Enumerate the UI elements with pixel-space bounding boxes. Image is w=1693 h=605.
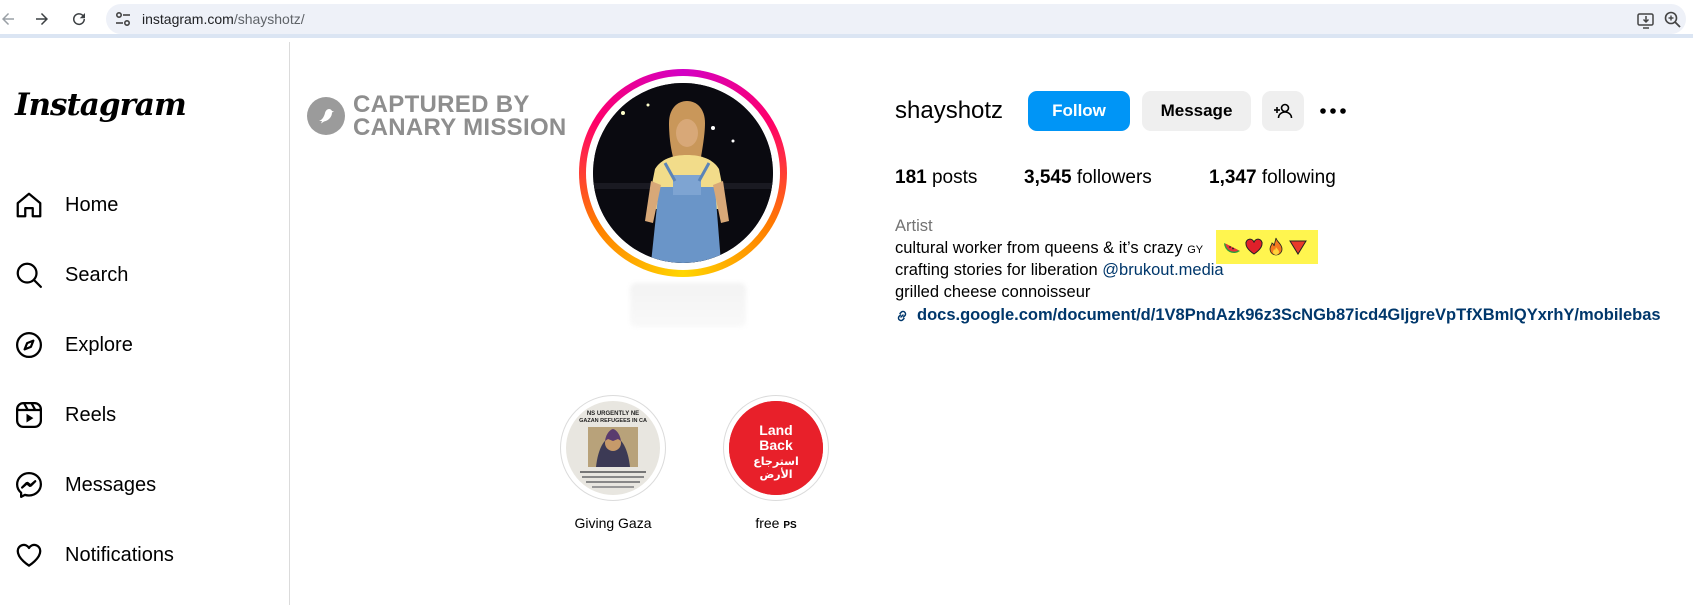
sidebar-item-label: Explore: [65, 333, 133, 356]
red-heart-emoji: [1245, 238, 1263, 255]
land-back-cover-line-1: Land: [759, 422, 792, 438]
bio-line-1: cultural worker from queens & it’s crazy…: [895, 239, 1203, 258]
highlight-label-text: free: [755, 515, 780, 531]
bio-line-3: grilled cheese connoisseur: [895, 283, 1091, 301]
land-back-cover-line-3: استرجاع: [753, 455, 799, 468]
more-options-icon[interactable]: [1318, 98, 1348, 124]
sidebar: Instagram Home Search Explore Reels Mess…: [0, 42, 290, 605]
highlight-cover-giving-gaza: NS URGENTLY NE GAZAN REFUGEES IN CA: [566, 401, 660, 495]
zoom-icon[interactable]: [1663, 10, 1683, 30]
messenger-icon: [16, 472, 42, 498]
home-icon: [16, 192, 42, 218]
reload-icon[interactable]: [67, 7, 91, 31]
sidebar-item-label: Home: [65, 193, 119, 216]
add-person-icon: [1274, 103, 1293, 119]
highlight-ring: NS URGENTLY NE GAZAN REFUGEES IN CA: [560, 395, 666, 501]
sidebar-item-notifications[interactable]: Notifications: [14, 537, 174, 573]
url-host: instagram.com: [142, 11, 234, 27]
message-button[interactable]: Message: [1142, 91, 1251, 131]
profile-category: Artist: [895, 217, 933, 235]
suggested-accounts-button[interactable]: [1262, 91, 1304, 131]
profile-avatar[interactable]: [579, 69, 787, 277]
forward-icon[interactable]: [30, 7, 54, 31]
sidebar-item-messages[interactable]: Messages: [14, 467, 156, 503]
heart-icon: [16, 543, 42, 567]
profile-username: shayshotz: [895, 97, 1004, 124]
sidebar-item-label: Search: [65, 263, 129, 286]
bio-external-link[interactable]: docs.google.com/document/d/1V8PndAzk96z3…: [895, 306, 1661, 325]
link-icon: [897, 310, 907, 321]
reels-icon: [16, 402, 42, 428]
highlight-ring: Land Back استرجاع الأرض: [723, 395, 829, 501]
canary-mission-watermark: CAPTURED BY CANARY MISSION: [307, 91, 567, 141]
sidebar-item-home[interactable]: Home: [14, 187, 118, 223]
compass-icon: [16, 332, 42, 358]
instagram-logo[interactable]: Instagram: [15, 87, 187, 123]
highlight-giving-gaza[interactable]: NS URGENTLY NE GAZAN REFUGEES IN CA Givi…: [560, 395, 666, 531]
followers-link[interactable]: 3,545 followers: [1024, 167, 1152, 189]
land-back-cover-line-4: الأرض: [759, 467, 792, 481]
bio-line-1-suffix: GY: [1187, 244, 1204, 256]
follow-button[interactable]: Follow: [1028, 91, 1130, 131]
highlight-free[interactable]: Land Back استرجاع الأرض free PS: [723, 395, 829, 531]
fire-emoji: [1269, 237, 1283, 256]
watermelon-emoji: [1224, 243, 1240, 253]
red-triangle-emoji: [1289, 240, 1307, 255]
canary-line-2: CANARY MISSION: [353, 114, 567, 141]
sidebar-item-search[interactable]: Search: [14, 257, 128, 293]
followers-label: followers: [1076, 167, 1152, 188]
posts-number: 181: [895, 167, 927, 188]
canary-text: CAPTURED BY CANARY MISSION: [353, 91, 567, 141]
sidebar-item-label: Reels: [65, 403, 117, 426]
avatar-border: [586, 76, 780, 270]
highlight-label: free PS: [723, 515, 829, 531]
search-icon: [16, 262, 42, 288]
bio-line-2: crafting stories for liberation @brukout…: [895, 261, 1224, 280]
posts-count: 181 posts: [895, 167, 977, 189]
giving-gaza-cover-line-2: GAZAN REFUGEES IN CA: [579, 418, 647, 424]
land-back-cover-line-2: Back: [759, 437, 793, 453]
following-label: following: [1261, 167, 1336, 188]
canary-line-1: CAPTURED BY: [353, 91, 530, 118]
url-path: /shayshotz/: [233, 11, 305, 27]
sidebar-item-label: Messages: [65, 473, 157, 496]
site-info-icon[interactable]: [114, 10, 132, 28]
giving-gaza-cover-line-1: NS URGENTLY NE: [587, 411, 639, 417]
bio-link-text[interactable]: docs.google.com/document/d/1V8PndAzk96z3…: [917, 306, 1661, 325]
emoji-highlight: [1216, 230, 1318, 264]
sidebar-item-explore[interactable]: Explore: [14, 327, 133, 363]
sidebar-item-label: Notifications: [65, 543, 174, 566]
back-icon[interactable]: [0, 7, 20, 31]
url-text: instagram.com/shayshotz/: [142, 11, 305, 27]
highlight-cover-land-back: Land Back استرجاع الأرض: [729, 401, 823, 495]
posts-label: posts: [931, 167, 978, 188]
redacted-area: [630, 283, 746, 327]
followers-number: 3,545: [1024, 167, 1072, 188]
address-bar[interactable]: instagram.com/shayshotz/: [106, 4, 1686, 34]
avatar-photo: [593, 83, 773, 263]
highlight-label: Giving Gaza: [574, 515, 652, 531]
canary-bird-icon: [307, 97, 345, 135]
browser-toolbar: instagram.com/shayshotz/: [0, 0, 1693, 38]
highlight-label-suffix: PS: [783, 520, 797, 531]
following-number: 1,347: [1209, 167, 1257, 188]
bio-line-2-text: crafting stories for liberation: [895, 261, 1098, 279]
following-link[interactable]: 1,347 following: [1209, 167, 1336, 189]
sidebar-item-reels[interactable]: Reels: [14, 397, 116, 433]
bio-mention-link[interactable]: @brukout.media: [1102, 261, 1223, 279]
install-app-icon[interactable]: [1636, 10, 1656, 30]
bio-line-1-text: cultural worker from queens & it’s crazy: [895, 239, 1183, 257]
